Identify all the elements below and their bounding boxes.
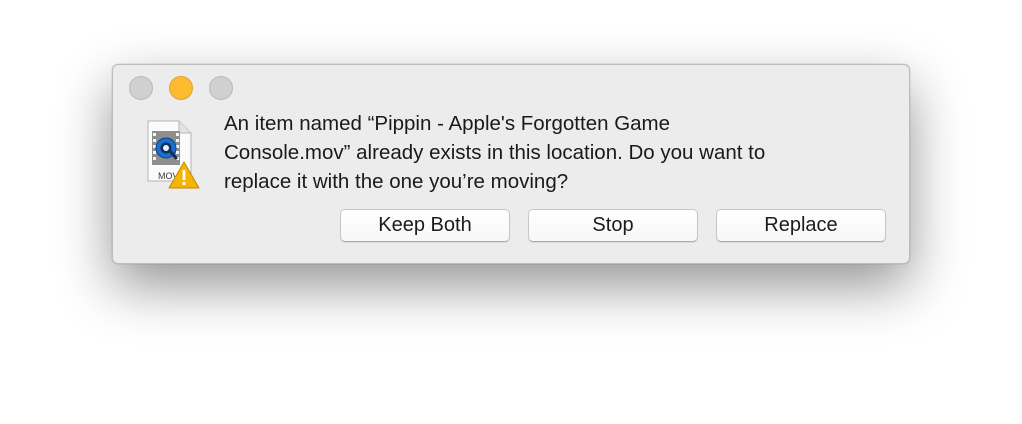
- quicktime-movie-file-icon: MOV: [143, 119, 201, 189]
- stop-button[interactable]: Stop: [528, 209, 698, 242]
- zoom-window-button[interactable]: [209, 76, 233, 100]
- dialog-message: An item named “Pippin - Apple's Forgotte…: [224, 112, 766, 193]
- keep-both-button[interactable]: Keep Both: [340, 209, 510, 242]
- replace-file-dialog: MOV An item named “Pippin - Apple's Forg…: [112, 64, 910, 264]
- minimize-window-button[interactable]: [169, 76, 193, 100]
- replace-button[interactable]: Replace: [716, 209, 886, 242]
- desktop-background: MOV An item named “Pippin - Apple's Forg…: [0, 0, 1022, 424]
- close-window-button[interactable]: [129, 76, 153, 100]
- dialog-buttons: Keep Both Stop Replace: [340, 209, 886, 242]
- window-controls: [129, 76, 233, 100]
